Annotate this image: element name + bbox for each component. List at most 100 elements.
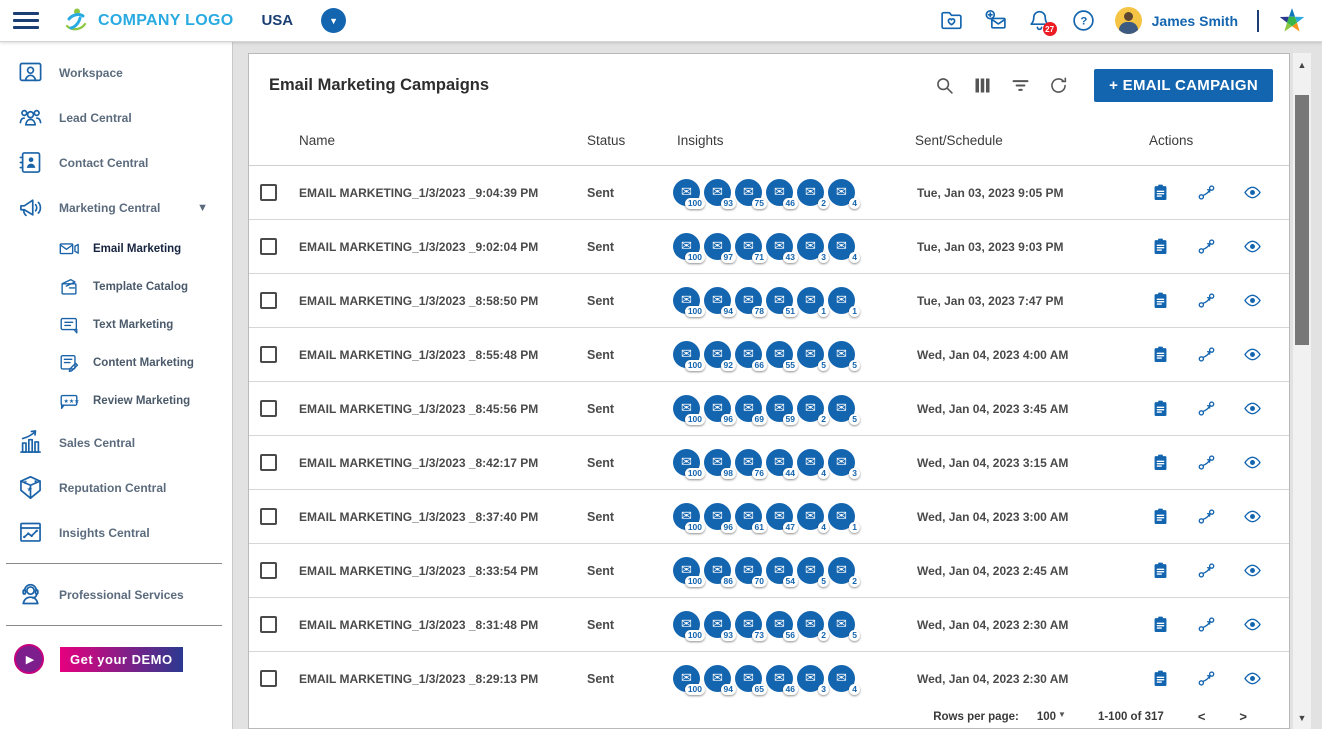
row-checkbox[interactable] (260, 400, 277, 417)
envelope-unsubscribed-icon[interactable]: ✉4 (828, 233, 855, 260)
preview-eye-icon[interactable] (1243, 453, 1262, 472)
user-avatar[interactable] (1115, 7, 1142, 34)
play-icon[interactable]: ▶ (14, 644, 44, 674)
envelope-delivered-icon[interactable]: ✉97 (704, 233, 731, 260)
envelope-unsubscribed-icon[interactable]: ✉1 (828, 503, 855, 530)
envelope-unsubscribed-icon[interactable]: ✉4 (828, 665, 855, 692)
envelope-opened-icon[interactable]: ✉75 (735, 179, 762, 206)
sidebar-item-professional-services[interactable]: Professional Services (0, 572, 232, 617)
envelope-sent-icon[interactable]: ✉100 (673, 233, 700, 260)
envelope-delivered-icon[interactable]: ✉93 (704, 611, 731, 638)
envelope-sent-icon[interactable]: ✉100 (673, 395, 700, 422)
report-clipboard-icon[interactable] (1151, 345, 1170, 364)
envelope-clicked-icon[interactable]: ✉46 (766, 665, 793, 692)
envelope-unsubscribed-icon[interactable]: ✉5 (828, 611, 855, 638)
envelope-clicked-icon[interactable]: ✉56 (766, 611, 793, 638)
workflow-icon[interactable] (1197, 615, 1216, 634)
envelope-opened-icon[interactable]: ✉69 (735, 395, 762, 422)
envelope-unsubscribed-icon[interactable]: ✉5 (828, 395, 855, 422)
envelope-unsubscribed-icon[interactable]: ✉2 (828, 557, 855, 584)
envelope-opened-icon[interactable]: ✉70 (735, 557, 762, 584)
scroll-up-arrow[interactable]: ▲ (1293, 57, 1311, 73)
envelope-unsubscribed-icon[interactable]: ✉3 (828, 449, 855, 476)
envelope-clicked-icon[interactable]: ✉54 (766, 557, 793, 584)
sidebar-item-workspace[interactable]: Workspace (0, 50, 232, 95)
sidebar-subitem-content-marketing[interactable]: Content Marketing (0, 344, 232, 382)
envelope-bounced-icon[interactable]: ✉4 (797, 449, 824, 476)
envelope-delivered-icon[interactable]: ✉98 (704, 449, 731, 476)
report-clipboard-icon[interactable] (1151, 669, 1170, 688)
country-dropdown-button[interactable]: ▼ (321, 8, 346, 33)
row-checkbox[interactable] (260, 454, 277, 471)
preview-eye-icon[interactable] (1243, 399, 1262, 418)
columns-icon[interactable] (972, 75, 993, 96)
help-icon[interactable]: ? (1071, 8, 1096, 33)
preview-eye-icon[interactable] (1243, 615, 1262, 634)
refresh-icon[interactable] (1048, 75, 1069, 96)
preview-eye-icon[interactable] (1243, 669, 1262, 688)
report-clipboard-icon[interactable] (1151, 399, 1170, 418)
sidebar-item-reputation-central[interactable]: ★★★ Reputation Central (0, 465, 232, 510)
envelope-delivered-icon[interactable]: ✉93 (704, 179, 731, 206)
row-checkbox[interactable] (260, 508, 277, 525)
envelope-clicked-icon[interactable]: ✉44 (766, 449, 793, 476)
workflow-icon[interactable] (1197, 345, 1216, 364)
preview-eye-icon[interactable] (1243, 291, 1262, 310)
envelope-opened-icon[interactable]: ✉71 (735, 233, 762, 260)
envelope-bounced-icon[interactable]: ✉5 (797, 557, 824, 584)
get-demo-button[interactable]: Get your DEMO (60, 647, 183, 672)
envelope-delivered-icon[interactable]: ✉94 (704, 287, 731, 314)
envelope-bounced-icon[interactable]: ✉2 (797, 611, 824, 638)
envelope-opened-icon[interactable]: ✉78 (735, 287, 762, 314)
workflow-icon[interactable] (1197, 237, 1216, 256)
row-checkbox[interactable] (260, 562, 277, 579)
workflow-icon[interactable] (1197, 291, 1216, 310)
envelope-bounced-icon[interactable]: ✉1 (797, 287, 824, 314)
report-clipboard-icon[interactable] (1151, 237, 1170, 256)
sidebar-item-marketing-central[interactable]: Marketing Central ▼ (0, 185, 232, 230)
envelope-delivered-icon[interactable]: ✉94 (704, 665, 731, 692)
envelope-clicked-icon[interactable]: ✉43 (766, 233, 793, 260)
row-checkbox[interactable] (260, 346, 277, 363)
sidebar-item-lead-central[interactable]: Lead Central (0, 95, 232, 140)
envelope-clicked-icon[interactable]: ✉55 (766, 341, 793, 368)
row-checkbox[interactable] (260, 292, 277, 309)
column-header-status[interactable]: Status (579, 133, 669, 148)
envelope-bounced-icon[interactable]: ✉4 (797, 503, 824, 530)
preview-eye-icon[interactable] (1243, 507, 1262, 526)
envelope-bounced-icon[interactable]: ✉2 (797, 179, 824, 206)
envelope-sent-icon[interactable]: ✉100 (673, 611, 700, 638)
envelope-delivered-icon[interactable]: ✉92 (704, 341, 731, 368)
row-checkbox[interactable] (260, 670, 277, 687)
column-header-sent-schedule[interactable]: Sent/Schedule (907, 133, 1141, 148)
envelope-delivered-icon[interactable]: ✉96 (704, 503, 731, 530)
row-checkbox[interactable] (260, 616, 277, 633)
row-checkbox[interactable] (260, 184, 277, 201)
sidebar-subitem-template-catalog[interactable]: Template Catalog (0, 268, 232, 306)
preview-eye-icon[interactable] (1243, 561, 1262, 580)
sidebar-item-contact-central[interactable]: Contact Central (0, 140, 232, 185)
vertical-scrollbar[interactable]: ▲ ▼ (1293, 53, 1311, 729)
workflow-icon[interactable] (1197, 399, 1216, 418)
column-header-insights[interactable]: Insights (669, 133, 907, 148)
sidebar-subitem-text-marketing[interactable]: Text Marketing (0, 306, 232, 344)
envelope-bounced-icon[interactable]: ✉2 (797, 395, 824, 422)
company-logo[interactable]: COMPANY LOGO (61, 6, 233, 36)
envelope-delivered-icon[interactable]: ✉96 (704, 395, 731, 422)
report-clipboard-icon[interactable] (1151, 453, 1170, 472)
workflow-icon[interactable] (1197, 183, 1216, 202)
envelope-bounced-icon[interactable]: ✉5 (797, 341, 824, 368)
workflow-icon[interactable] (1197, 507, 1216, 526)
report-clipboard-icon[interactable] (1151, 183, 1170, 202)
filter-icon[interactable] (1010, 75, 1031, 96)
envelope-opened-icon[interactable]: ✉65 (735, 665, 762, 692)
next-page-button[interactable]: > (1239, 709, 1247, 724)
previous-page-button[interactable]: < (1198, 709, 1206, 724)
sidebar-item-sales-central[interactable]: Sales Central (0, 420, 232, 465)
preview-eye-icon[interactable] (1243, 183, 1262, 202)
envelope-opened-icon[interactable]: ✉73 (735, 611, 762, 638)
add-email-campaign-button[interactable]: + EMAIL CAMPAIGN (1094, 69, 1273, 102)
report-clipboard-icon[interactable] (1151, 561, 1170, 580)
envelope-opened-icon[interactable]: ✉66 (735, 341, 762, 368)
envelope-unsubscribed-icon[interactable]: ✉4 (828, 179, 855, 206)
